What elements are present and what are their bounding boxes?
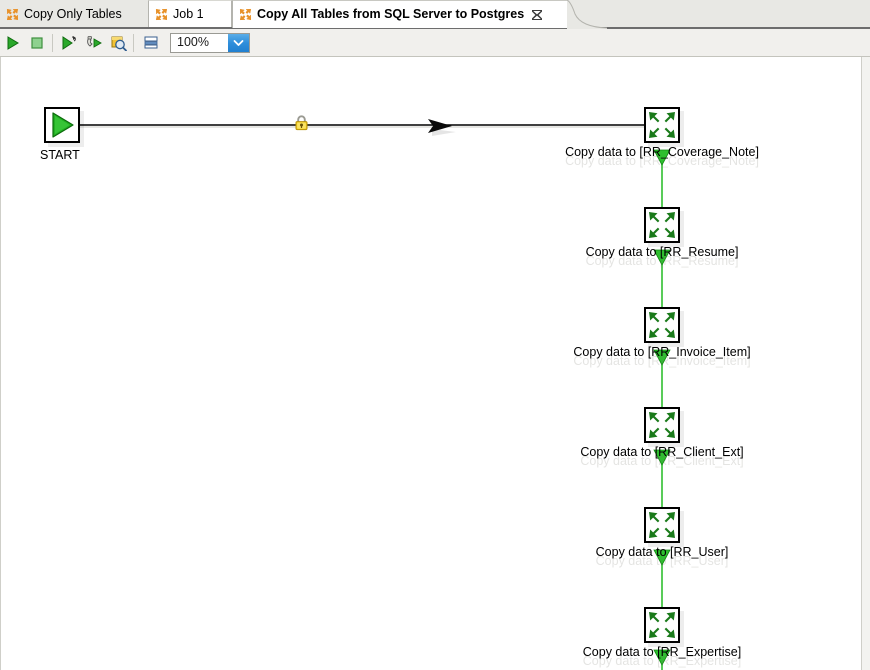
run-options-button[interactable]	[59, 32, 81, 54]
start-node[interactable]	[44, 107, 80, 143]
job-designer-window: Copy Only Tables Job 1 Copy All Tables f…	[0, 0, 870, 670]
tab-label: Job 1	[173, 7, 204, 22]
lock-icon[interactable]	[294, 115, 309, 134]
zoom-combobox[interactable]: 100%	[170, 32, 250, 53]
copy-data-icon	[646, 209, 678, 241]
toolbar-separator	[133, 33, 134, 52]
copy-data-icon	[646, 109, 678, 141]
node-label: Copy data to [RR_User]	[595, 545, 729, 559]
node-label: Copy data to [RR_Invoice_Item]	[573, 345, 751, 359]
preview-button[interactable]	[107, 32, 129, 54]
green-play-icon	[46, 109, 78, 141]
job-icon	[6, 8, 19, 21]
tab-copy-all-tables[interactable]: Copy All Tables from SQL Server to Postg…	[232, 0, 567, 28]
grid-button[interactable]	[140, 32, 162, 54]
node-label: Copy data to [RR_Coverage_Note]	[565, 145, 759, 159]
job-icon	[155, 8, 168, 21]
debug-button[interactable]	[83, 32, 105, 54]
node-label: Copy data to [RR_Client_Ext]	[580, 445, 744, 459]
job-entry-node[interactable]	[644, 507, 680, 543]
job-canvas[interactable]: START Copy data to [RR_Coverage_Note] Copy…	[0, 57, 870, 670]
toolbar: 100%	[0, 29, 870, 57]
job-entry-node[interactable]	[644, 207, 680, 243]
tab-bar: Copy Only Tables Job 1 Copy All Tables f…	[0, 0, 870, 29]
tab-trailing-curve	[567, 0, 607, 29]
chevron-down-icon[interactable]	[228, 33, 249, 52]
copy-data-icon	[646, 509, 678, 541]
tab-label: Copy Only Tables	[24, 6, 122, 21]
tab-job-1[interactable]: Job 1	[148, 0, 232, 28]
job-entry-node[interactable]	[644, 107, 680, 143]
job-icon	[239, 8, 252, 21]
copy-data-icon	[646, 409, 678, 441]
job-entry-node[interactable]	[644, 407, 680, 443]
node-label: Copy data to [RR_Resume]	[585, 245, 739, 259]
run-button[interactable]	[2, 32, 24, 54]
stop-button[interactable]	[26, 32, 48, 54]
tab-copy-only-tables[interactable]: Copy Only Tables	[0, 0, 148, 28]
copy-data-icon	[646, 609, 678, 641]
node-label: Copy data to [RR_Expertise]	[582, 645, 742, 659]
close-icon[interactable]	[531, 9, 543, 21]
copy-data-icon	[646, 309, 678, 341]
zoom-value: 100%	[177, 35, 209, 50]
tab-label: Copy All Tables from SQL Server to Postg…	[257, 7, 525, 22]
job-entry-node[interactable]	[644, 307, 680, 343]
job-entry-node[interactable]	[644, 607, 680, 643]
toolbar-separator	[52, 33, 53, 52]
